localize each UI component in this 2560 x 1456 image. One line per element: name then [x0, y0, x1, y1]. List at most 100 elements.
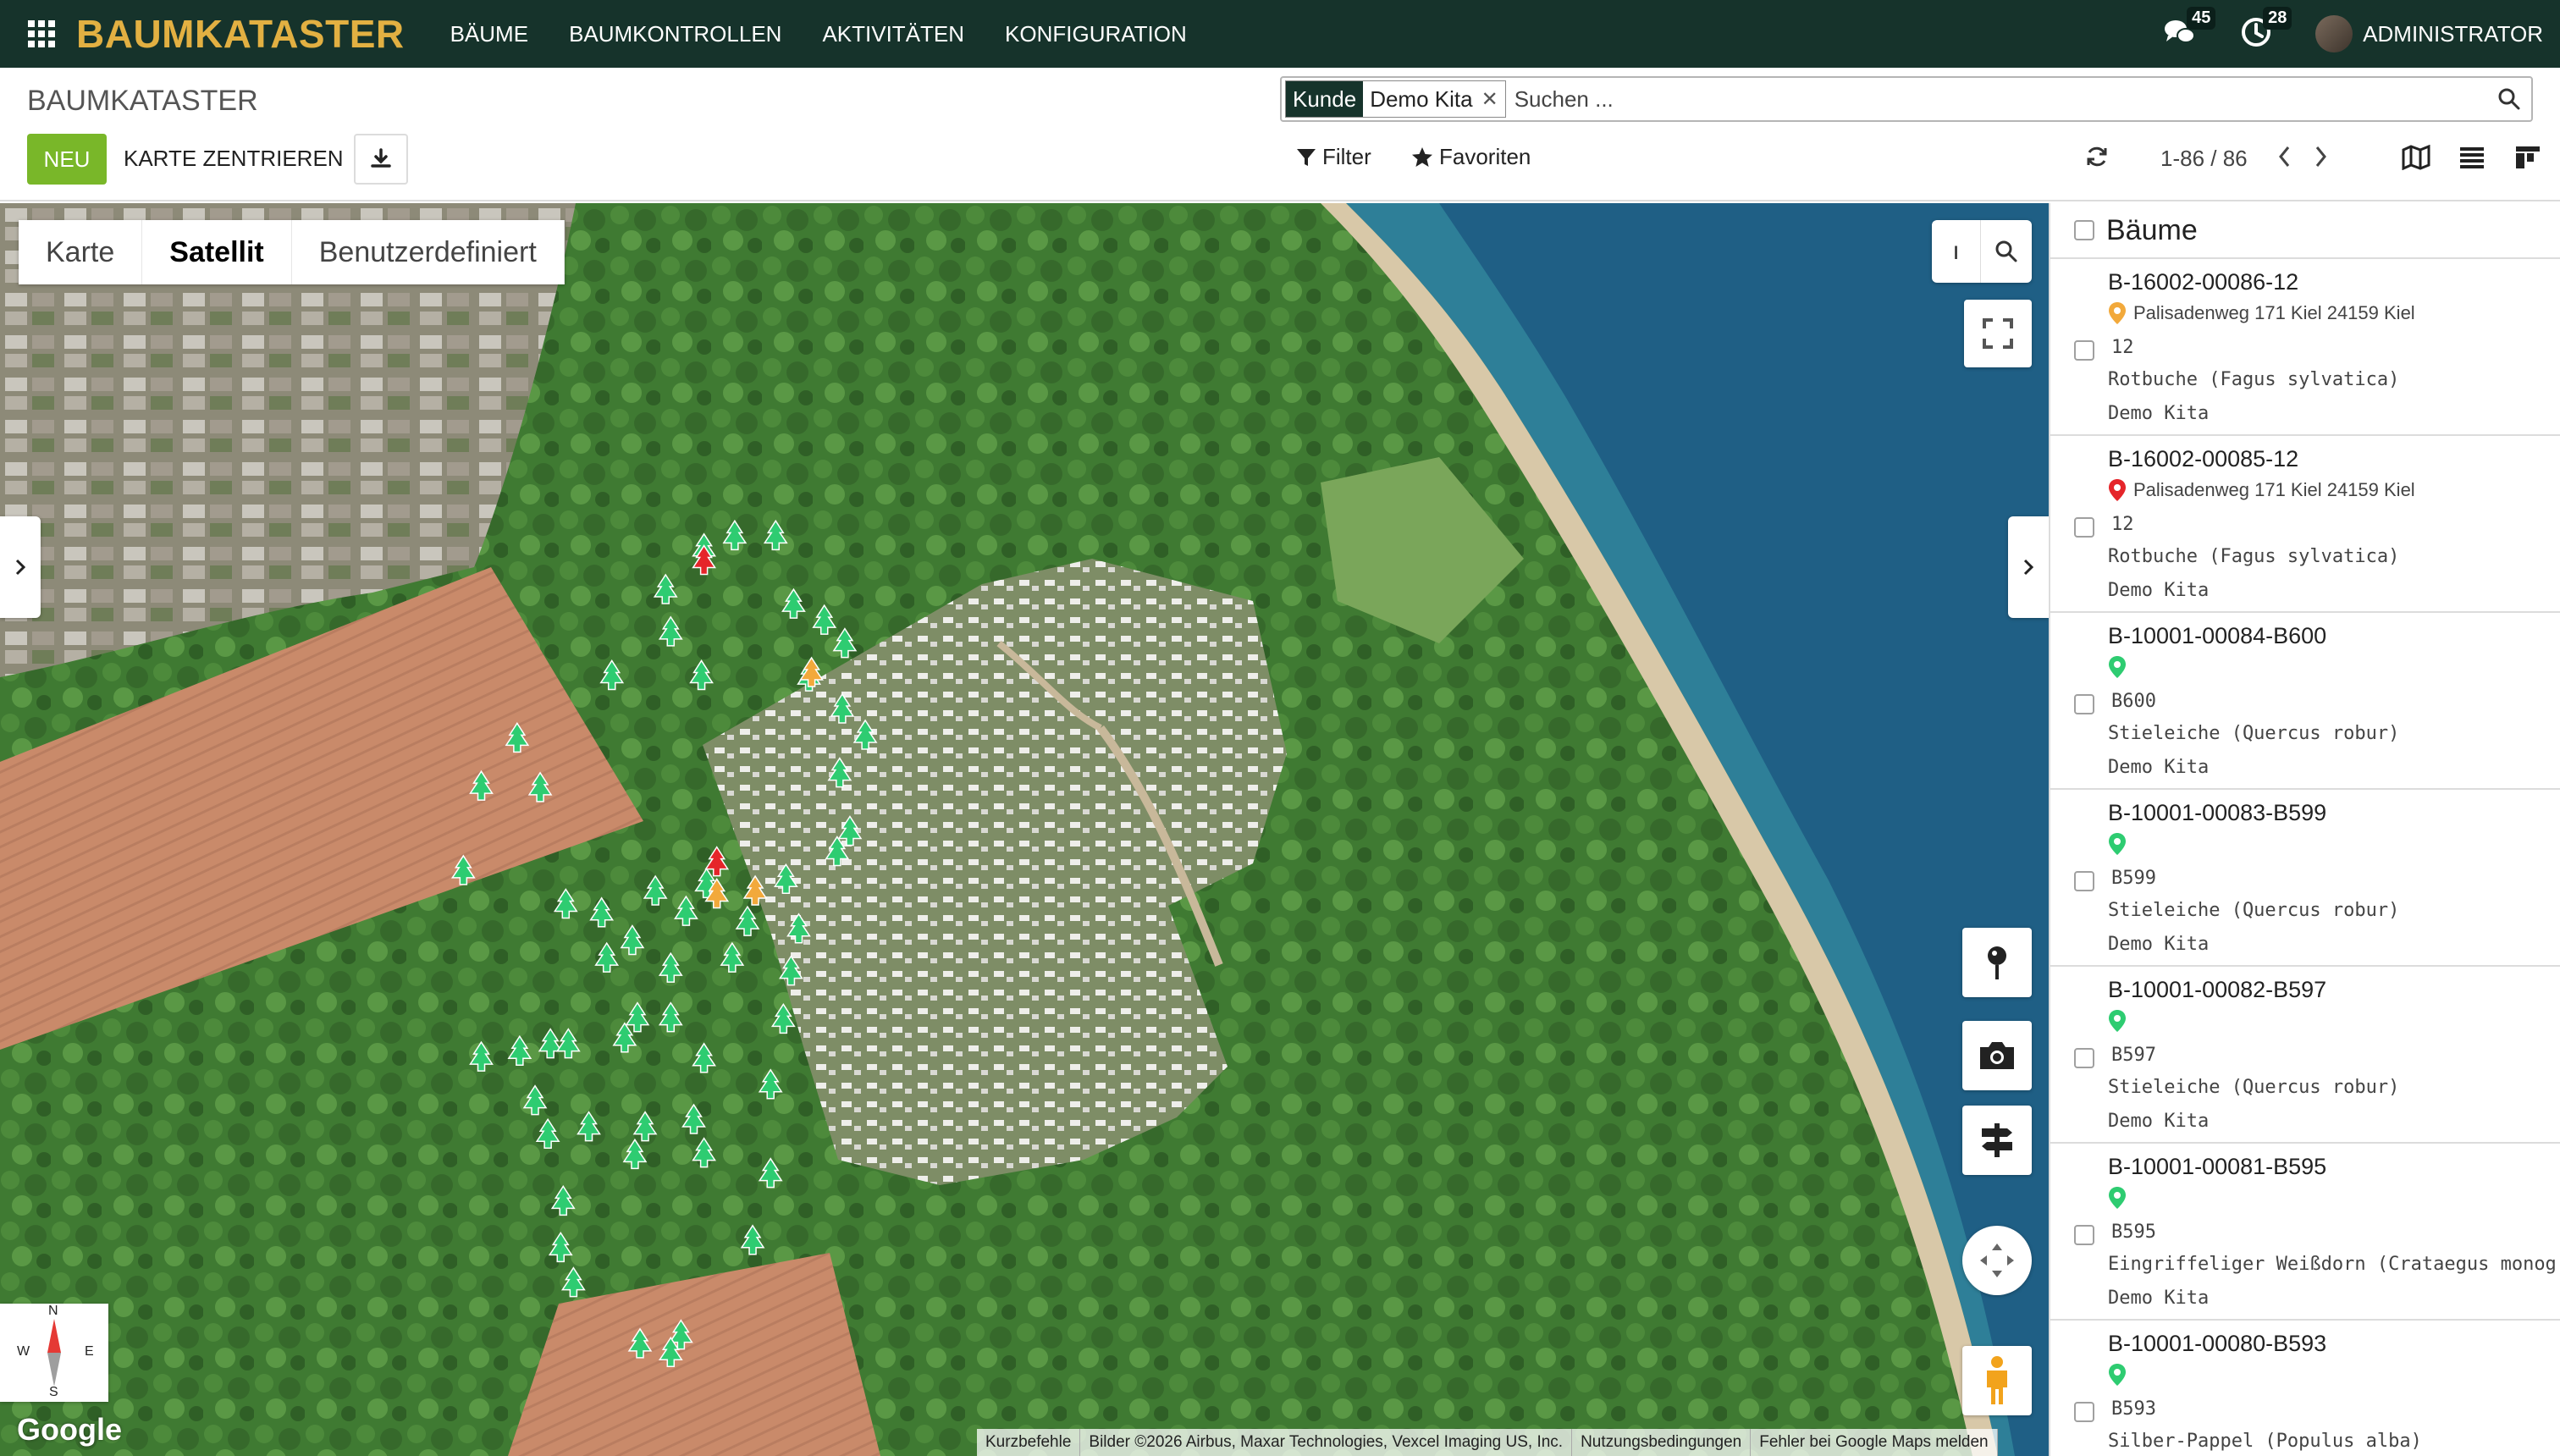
tree-marker-ok[interactable]	[740, 1224, 765, 1255]
tree-marker-ok[interactable]	[720, 941, 745, 973]
kanban-view-button[interactable]	[2511, 141, 2545, 174]
tree-marker-ok[interactable]	[469, 1040, 494, 1072]
center-map-button[interactable]: KARTE ZENTRIEREN	[124, 146, 344, 172]
tree-marker-ok[interactable]	[781, 587, 806, 619]
tree-marker-ok[interactable]	[538, 1028, 563, 1059]
tree-marker-warning[interactable]	[742, 874, 768, 906]
messages-menu[interactable]: 45	[2163, 7, 2216, 52]
user-menu[interactable]: ADMINISTRATOR	[2363, 21, 2543, 47]
tree-marker-alert[interactable]	[704, 846, 730, 877]
pan-control[interactable]	[1962, 1226, 2032, 1295]
refresh-button[interactable]	[2084, 144, 2110, 174]
tree-marker-ok[interactable]	[535, 1117, 560, 1149]
tree-marker-ok[interactable]	[632, 1111, 658, 1142]
tree-marker-ok[interactable]	[599, 659, 625, 691]
menu-item-baeume[interactable]: BÄUME	[450, 21, 528, 47]
tree-marker-ok[interactable]	[812, 604, 837, 635]
directions-button[interactable]	[1962, 1106, 2032, 1175]
tree-list-item[interactable]: B-10001-00082-B597 B597 Stieleiche (Quercu…	[2050, 967, 2560, 1144]
tree-marker-ok[interactable]	[612, 1022, 637, 1053]
row-checkbox[interactable]	[2074, 871, 2094, 891]
tree-marker-ok[interactable]	[837, 815, 863, 847]
tree-marker-ok[interactable]	[625, 1001, 650, 1033]
tree-list-item[interactable]: B-10001-00080-B593 B593 Silber-Pappel (Pop…	[2050, 1321, 2560, 1456]
tree-list-item[interactable]: B-10001-00083-B599 B599 Stieleiche (Quercu…	[2050, 790, 2560, 967]
map-view[interactable]: Karte Satellit Benutzerdefiniert ı N S W…	[0, 203, 2049, 1456]
filter-dropdown[interactable]: Filter	[1295, 144, 1371, 170]
app-brand[interactable]: BAUMKATASTER	[76, 11, 405, 57]
tree-marker-ok[interactable]	[758, 1068, 783, 1100]
tree-marker-ok[interactable]	[560, 1266, 586, 1298]
tree-marker-ok[interactable]	[507, 1034, 532, 1066]
tree-marker-ok[interactable]	[735, 905, 760, 936]
apps-grid-icon[interactable]	[27, 19, 56, 48]
tree-marker-ok[interactable]	[758, 1157, 783, 1189]
map-type-karte[interactable]: Karte	[19, 220, 143, 284]
search-input[interactable]	[1505, 85, 2492, 113]
tree-list-item[interactable]: B-16002-00086-12 Palisadenweg 171 Kiel 24…	[2050, 259, 2560, 436]
tree-marker-ok[interactable]	[622, 1138, 648, 1170]
camera-button[interactable]	[1962, 1021, 2032, 1090]
tree-marker-ok[interactable]	[553, 888, 578, 919]
pager-next-button[interactable]	[2309, 142, 2331, 175]
map-search-button[interactable]	[1981, 220, 2032, 283]
menu-item-baumkontrollen[interactable]: BAUMKONTROLLEN	[569, 21, 781, 47]
fullscreen-button[interactable]	[1964, 300, 2032, 367]
tree-list-item[interactable]: B-10001-00084-B600 B600 Stieleiche (Quercu…	[2050, 613, 2560, 790]
tree-marker-ok[interactable]	[658, 615, 683, 647]
tree-marker-ok[interactable]	[830, 692, 855, 724]
tree-marker-ok[interactable]	[722, 519, 748, 551]
pager-previous-button[interactable]	[2274, 142, 2296, 175]
facet-remove-icon[interactable]: ✕	[1478, 87, 1505, 112]
attribution-terms[interactable]: Nutzungsbedingungen	[1572, 1429, 1752, 1456]
tree-marker-ok[interactable]	[594, 941, 620, 973]
tree-marker-ok[interactable]	[550, 1184, 576, 1216]
tree-list-item[interactable]: B-10001-00081-B595 B595 Eingriffeliger Wei…	[2050, 1144, 2560, 1321]
select-all-checkbox[interactable]	[2074, 220, 2094, 240]
map-search-input[interactable]: ı	[1932, 220, 1981, 283]
tree-marker-ok[interactable]	[825, 836, 850, 867]
menu-item-aktivitaeten[interactable]: AKTIVITÄTEN	[822, 21, 964, 47]
tree-marker-ok[interactable]	[786, 913, 811, 944]
tree-marker-ok[interactable]	[527, 771, 553, 802]
map-view-button[interactable]	[2399, 141, 2433, 174]
tree-marker-ok[interactable]	[832, 627, 858, 659]
tree-list-item[interactable]: B-16002-00085-12 Palisadenweg 171 Kiel 24…	[2050, 436, 2560, 613]
compass-control[interactable]: N S W E	[0, 1304, 108, 1402]
row-checkbox[interactable]	[2074, 1048, 2094, 1068]
row-checkbox[interactable]	[2074, 340, 2094, 361]
list-view-button[interactable]	[2455, 141, 2489, 174]
tree-marker-ok[interactable]	[643, 874, 668, 906]
tree-marker-ok[interactable]	[773, 863, 798, 894]
add-marker-button[interactable]	[1962, 928, 2032, 997]
row-checkbox[interactable]	[2074, 1402, 2094, 1422]
tree-marker-ok[interactable]	[658, 1001, 683, 1033]
tree-marker-ok[interactable]	[852, 719, 878, 750]
tree-marker-ok[interactable]	[589, 896, 615, 928]
download-button[interactable]	[354, 134, 408, 185]
favorites-dropdown[interactable]: Favoriten	[1410, 144, 1531, 170]
map-type-benutzerdefiniert[interactable]: Benutzerdefiniert	[292, 220, 565, 284]
tree-marker-ok[interactable]	[469, 769, 494, 801]
tree-marker-ok[interactable]	[763, 519, 788, 551]
street-view-pegman[interactable]	[1962, 1346, 2032, 1415]
activities-menu[interactable]: 28	[2239, 7, 2292, 52]
map-type-satellit[interactable]: Satellit	[142, 220, 292, 284]
tree-marker-ok[interactable]	[620, 924, 645, 956]
tree-marker-ok[interactable]	[674, 895, 698, 926]
tree-marker-ok[interactable]	[522, 1084, 548, 1116]
row-checkbox[interactable]	[2074, 1225, 2094, 1245]
tree-marker-ok[interactable]	[505, 722, 530, 753]
tree-marker-ok[interactable]	[627, 1327, 653, 1359]
tree-marker-ok[interactable]	[770, 1002, 796, 1034]
tree-marker-ok[interactable]	[689, 659, 714, 691]
menu-item-konfiguration[interactable]: KONFIGURATION	[1005, 21, 1187, 47]
map-collapse-left[interactable]	[0, 516, 41, 618]
row-checkbox[interactable]	[2074, 694, 2094, 714]
tree-marker-ok[interactable]	[548, 1232, 573, 1263]
search-button[interactable]	[2492, 82, 2526, 116]
tree-marker-ok[interactable]	[577, 1111, 601, 1142]
map-collapse-right[interactable]	[2008, 516, 2049, 618]
pager-value[interactable]: 1-86 / 86	[2160, 146, 2248, 172]
tree-marker-ok[interactable]	[450, 854, 476, 885]
